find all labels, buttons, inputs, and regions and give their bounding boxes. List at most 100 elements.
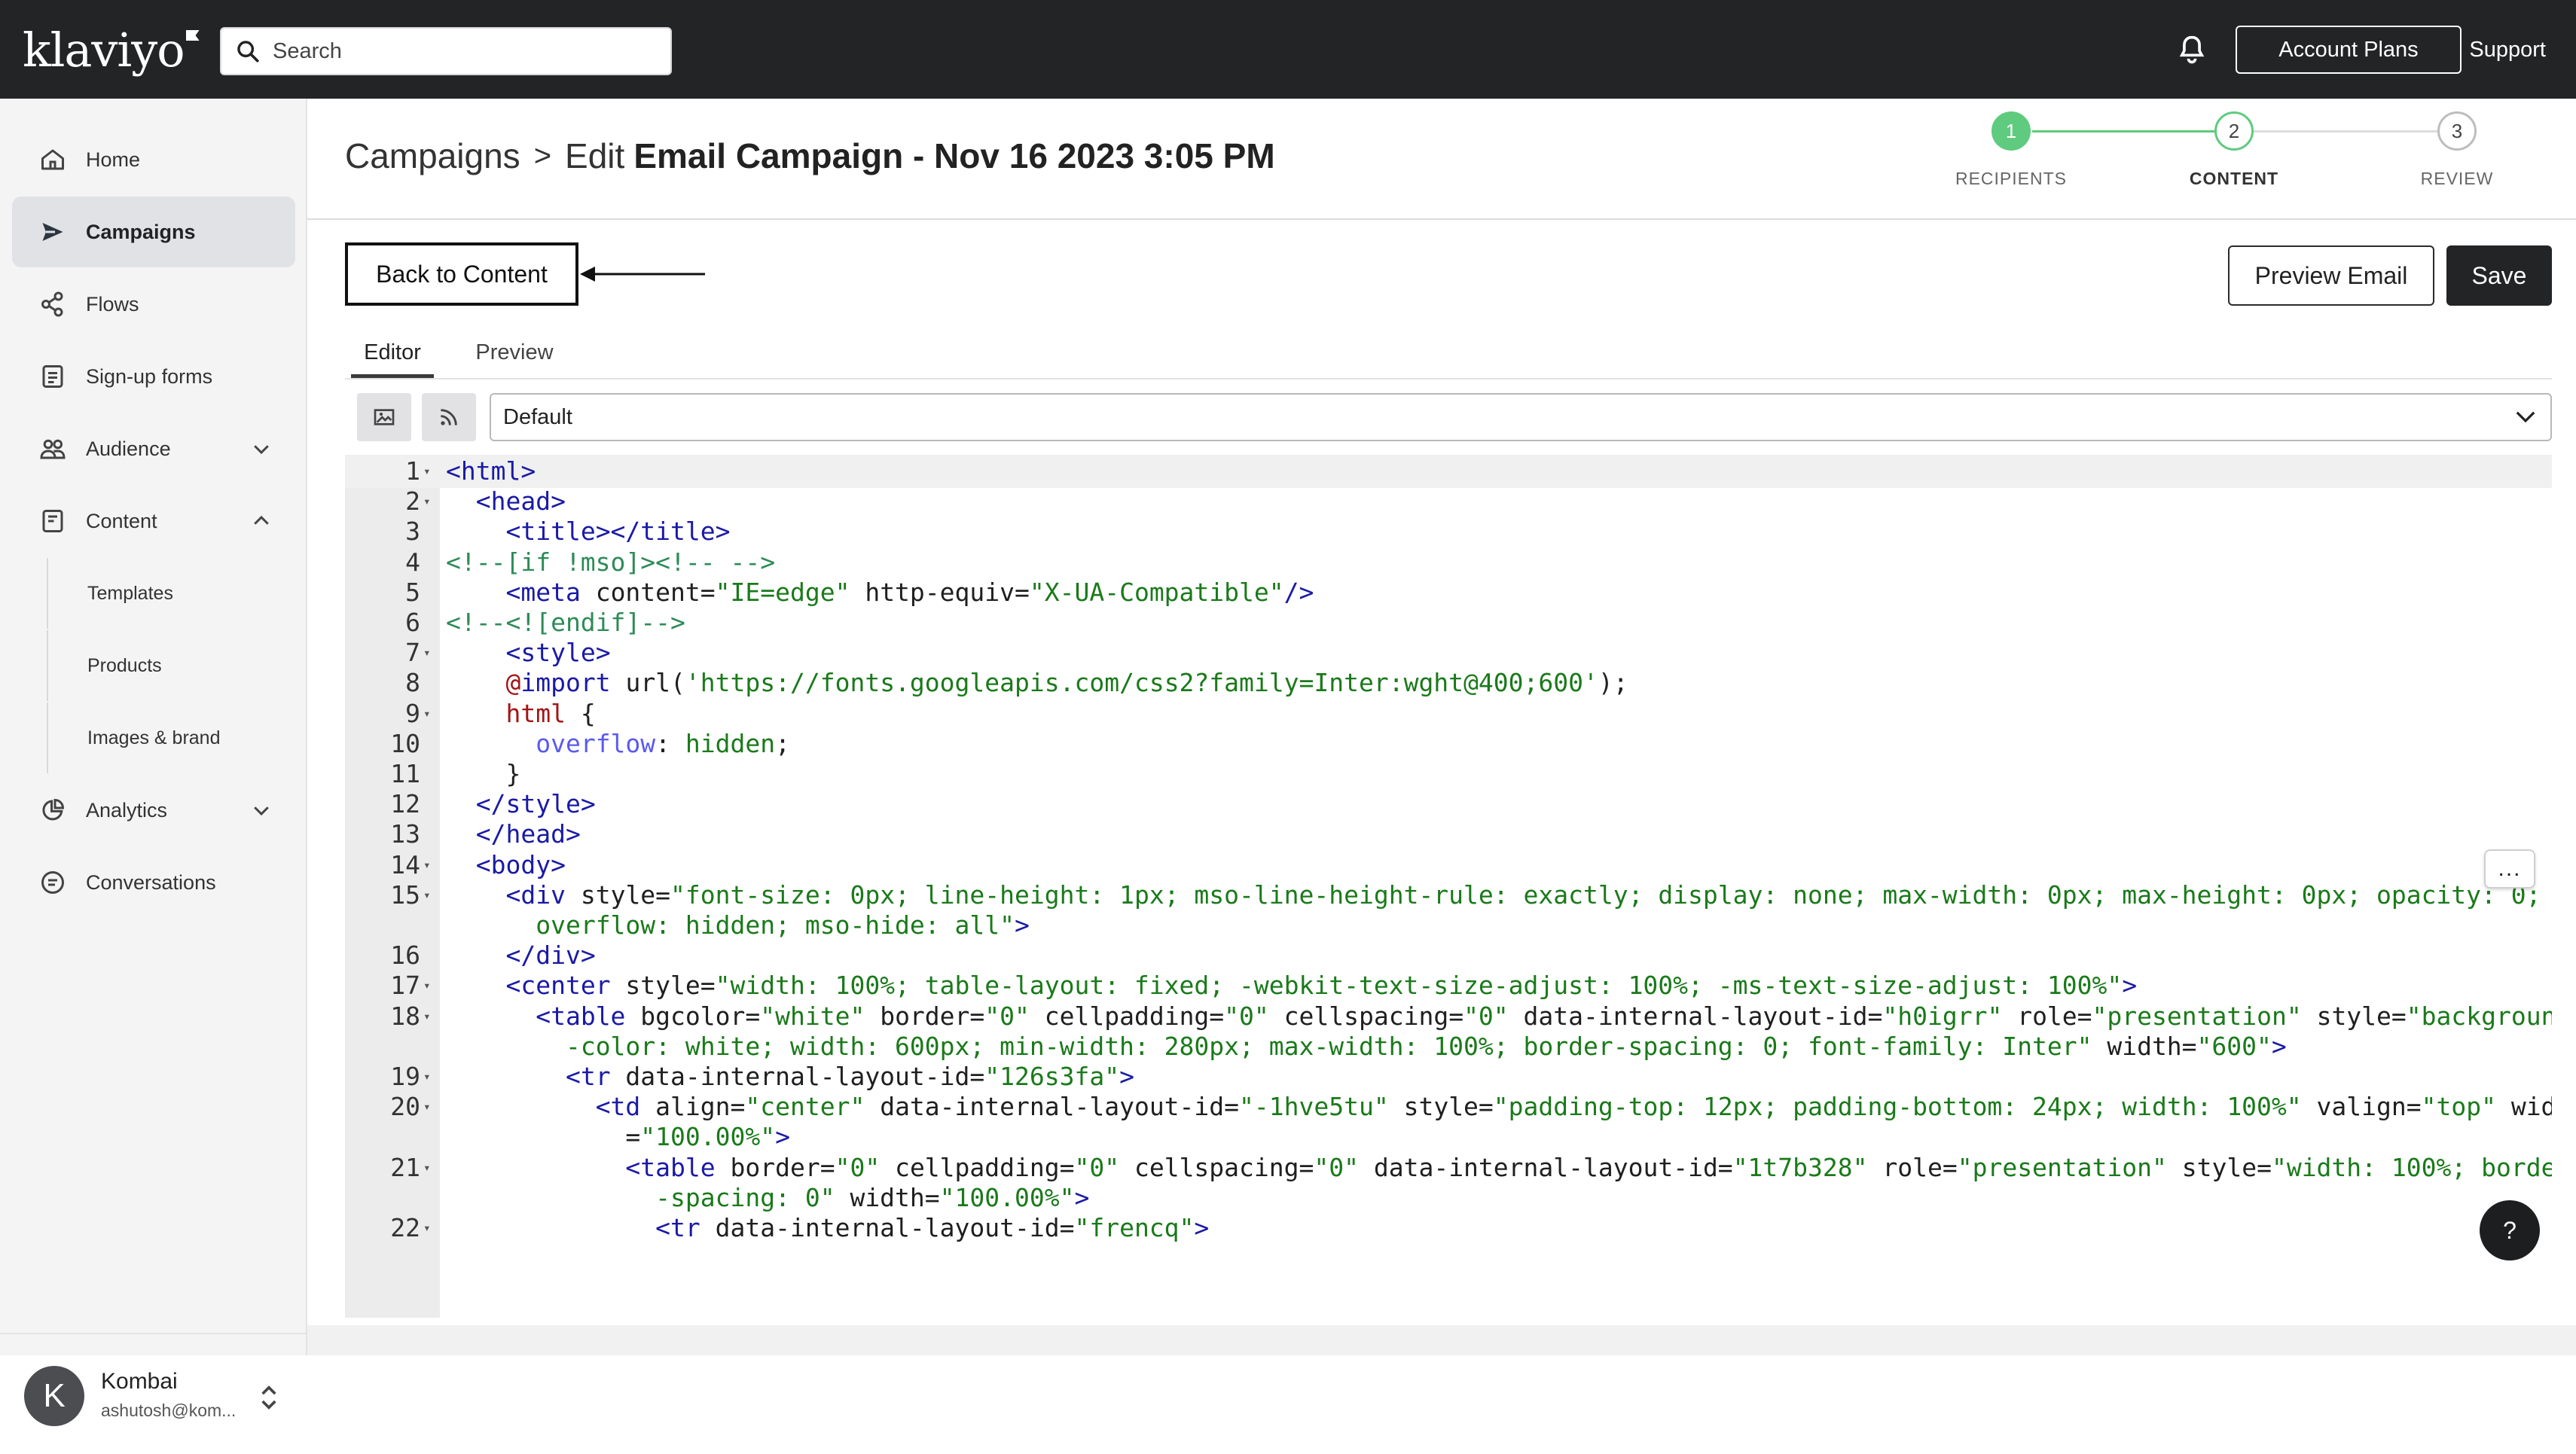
- tab-editor[interactable]: Editor: [351, 334, 434, 378]
- code-line[interactable]: 5 <meta content="IE=edge" http-equiv="X-…: [345, 576, 2552, 609]
- sidebar-item-analytics[interactable]: Analytics: [12, 775, 295, 846]
- sidebar-item-signup-forms[interactable]: Sign-up forms: [12, 341, 295, 412]
- code-text: @import url('https://fonts.googleapis.co…: [505, 668, 1628, 698]
- line-number: 20: [390, 1092, 420, 1122]
- fold-toggle-icon[interactable]: ▾: [423, 485, 437, 518]
- code-line[interactable]: 16 </div>: [345, 939, 2552, 972]
- fold-toggle-icon[interactable]: ▾: [423, 1151, 437, 1184]
- code-line[interactable]: -color: white; width: 600px; min-width: …: [345, 1030, 2552, 1063]
- step-label: RECIPIENTS: [1955, 169, 2068, 188]
- chevron-down-icon[interactable]: [250, 799, 273, 821]
- image-icon: [374, 409, 395, 425]
- code-line[interactable]: -spacing: 0" width="100.00%">: [345, 1181, 2552, 1215]
- content-icon: [38, 506, 68, 536]
- fold-toggle-icon[interactable]: ▾: [423, 879, 437, 912]
- chevron-up-icon[interactable]: [250, 510, 273, 532]
- code-text: </div>: [505, 940, 596, 971]
- sidebar-item-flows[interactable]: Flows: [12, 269, 295, 340]
- code-line[interactable]: 12 </style>: [345, 788, 2552, 821]
- line-number: 19: [390, 1062, 420, 1091]
- preview-email-button[interactable]: Preview Email: [2228, 245, 2434, 306]
- fold-toggle-icon[interactable]: ▾: [423, 849, 437, 882]
- code-line[interactable]: 9 ▾ html {: [345, 697, 2552, 730]
- line-number: 2: [405, 486, 420, 517]
- step-number: 3: [2437, 111, 2477, 151]
- bell-icon[interactable]: [2175, 33, 2208, 66]
- sidebar: Home Campaigns Flows Sign-up forms Audie…: [0, 99, 307, 1426]
- code-line[interactable]: 8 @import url('https://fonts.googleapis.…: [345, 666, 2552, 700]
- sidebar-item-home[interactable]: Home: [12, 124, 295, 195]
- code-line[interactable]: 1 ▾ <html>: [345, 455, 2552, 488]
- html-code-editor[interactable]: 1 ▾ <html> 2 ▾ <head> 3 <title></title> 4 <!--[…: [345, 455, 2552, 1318]
- code-line[interactable]: 18 ▾ <table bgcolor="white" border="0" ce…: [345, 1000, 2552, 1033]
- klaviyo-logo[interactable]: klaviyo: [23, 18, 200, 83]
- code-line[interactable]: 15 ▾ <div style="font-size: 0px; line-hei…: [345, 879, 2552, 912]
- line-number: 11: [390, 759, 420, 788]
- fold-toggle-icon[interactable]: ▾: [423, 1060, 437, 1093]
- code-line[interactable]: 14 ▾ <body>: [345, 849, 2552, 882]
- fold-toggle-icon[interactable]: ▾: [423, 969, 437, 1002]
- code-line[interactable]: overflow: hidden; mso-hide: all">: [345, 909, 2552, 942]
- breadcrumb-campaigns-link[interactable]: Campaigns: [345, 136, 520, 176]
- code-text: <body>: [475, 849, 566, 879]
- template-select[interactable]: Default: [490, 393, 2552, 441]
- account-plans-button[interactable]: Account Plans: [2236, 26, 2462, 74]
- code-text: <style>: [505, 638, 611, 668]
- code-line[interactable]: 19 ▾ <tr data-internal-layout-id="126s3fa…: [345, 1060, 2552, 1093]
- chevron-down-icon[interactable]: [250, 437, 273, 460]
- code-line[interactable]: 7 ▾ <style>: [345, 636, 2552, 669]
- sidebar-item-label: Conversations: [86, 870, 216, 894]
- search-input[interactable]: [273, 38, 664, 64]
- form-icon: [38, 361, 68, 392]
- sidebar-subitem-templates[interactable]: Templates: [47, 558, 288, 629]
- code-line[interactable]: 13 </head>: [345, 818, 2552, 851]
- sidebar-subitem-products[interactable]: Products: [47, 630, 288, 701]
- code-line[interactable]: 3 <title></title>: [345, 515, 2552, 548]
- code-text: </head>: [475, 819, 581, 849]
- code-line[interactable]: 22 ▾ <tr data-internal-layout-id="frencq"…: [345, 1212, 2552, 1245]
- step-number: 2: [2214, 111, 2254, 151]
- save-button[interactable]: Save: [2446, 245, 2552, 306]
- fold-toggle-icon[interactable]: ▾: [423, 1000, 437, 1033]
- sidebar-item-audience[interactable]: Audience: [12, 413, 295, 484]
- sidebar-item-conversations[interactable]: Conversations: [12, 847, 295, 918]
- code-line[interactable]: 21 ▾ <table border="0" cellpadding="0" ce…: [345, 1151, 2552, 1184]
- code-line[interactable]: 6 <!--<![endif]-->: [345, 606, 2552, 639]
- code-text: }: [446, 759, 521, 788]
- help-button[interactable]: ?: [2480, 1200, 2540, 1260]
- insert-feed-button[interactable]: [422, 393, 476, 441]
- tab-preview[interactable]: Preview: [465, 334, 563, 378]
- code-text: <table bgcolor="white" border="0" cellpa…: [536, 1001, 2552, 1031]
- fold-toggle-icon[interactable]: ▾: [423, 1090, 437, 1123]
- step-review[interactable]: 3 REVIEW: [2374, 111, 2540, 189]
- fold-toggle-icon[interactable]: ▾: [423, 455, 437, 488]
- code-line[interactable]: ="100.00%">: [345, 1120, 2552, 1154]
- sidebar-subitem-images-brand[interactable]: Images & brand: [47, 703, 288, 773]
- code-line[interactable]: 11 }: [345, 757, 2552, 791]
- search-box[interactable]: [220, 27, 672, 75]
- more-options-button[interactable]: ...: [2484, 849, 2535, 889]
- insert-image-button[interactable]: [357, 393, 411, 441]
- sidebar-item-campaigns[interactable]: Campaigns: [12, 197, 295, 267]
- back-to-content-button[interactable]: Back to Content: [345, 242, 578, 306]
- step-recipients[interactable]: 1 RECIPIENTS: [1928, 111, 2094, 189]
- code-text: ="100.00%">: [446, 1122, 790, 1152]
- code-text: -color: white; width: 600px; min-width: …: [565, 1031, 2287, 1061]
- code-line[interactable]: 10 overflow: hidden;: [345, 727, 2552, 761]
- step-content[interactable]: 2 CONTENT: [2151, 111, 2317, 189]
- header-divider: [307, 218, 2576, 220]
- step-number: 1: [1992, 111, 2031, 151]
- line-number: 14: [390, 849, 420, 879]
- code-line[interactable]: 20 ▾ <td align="center" data-internal-lay…: [345, 1090, 2552, 1123]
- chevron-updown-icon[interactable]: [258, 1382, 280, 1413]
- fold-toggle-icon[interactable]: ▾: [423, 636, 437, 669]
- code-line[interactable]: 2 ▾ <head>: [345, 485, 2552, 518]
- sidebar-item-content[interactable]: Content: [12, 486, 295, 556]
- code-line[interactable]: 4 <!--[if !mso]><!-- -->: [345, 546, 2552, 579]
- fold-toggle-icon[interactable]: ▾: [423, 697, 437, 730]
- fold-toggle-icon[interactable]: ▾: [423, 1212, 437, 1245]
- support-link[interactable]: Support: [2448, 26, 2546, 74]
- line-number: 1: [405, 456, 420, 486]
- user-menu[interactable]: K Kombai ashutosh@kom...: [0, 1333, 306, 1454]
- code-line[interactable]: 17 ▾ <center style="width: 100%; table-la…: [345, 969, 2552, 1002]
